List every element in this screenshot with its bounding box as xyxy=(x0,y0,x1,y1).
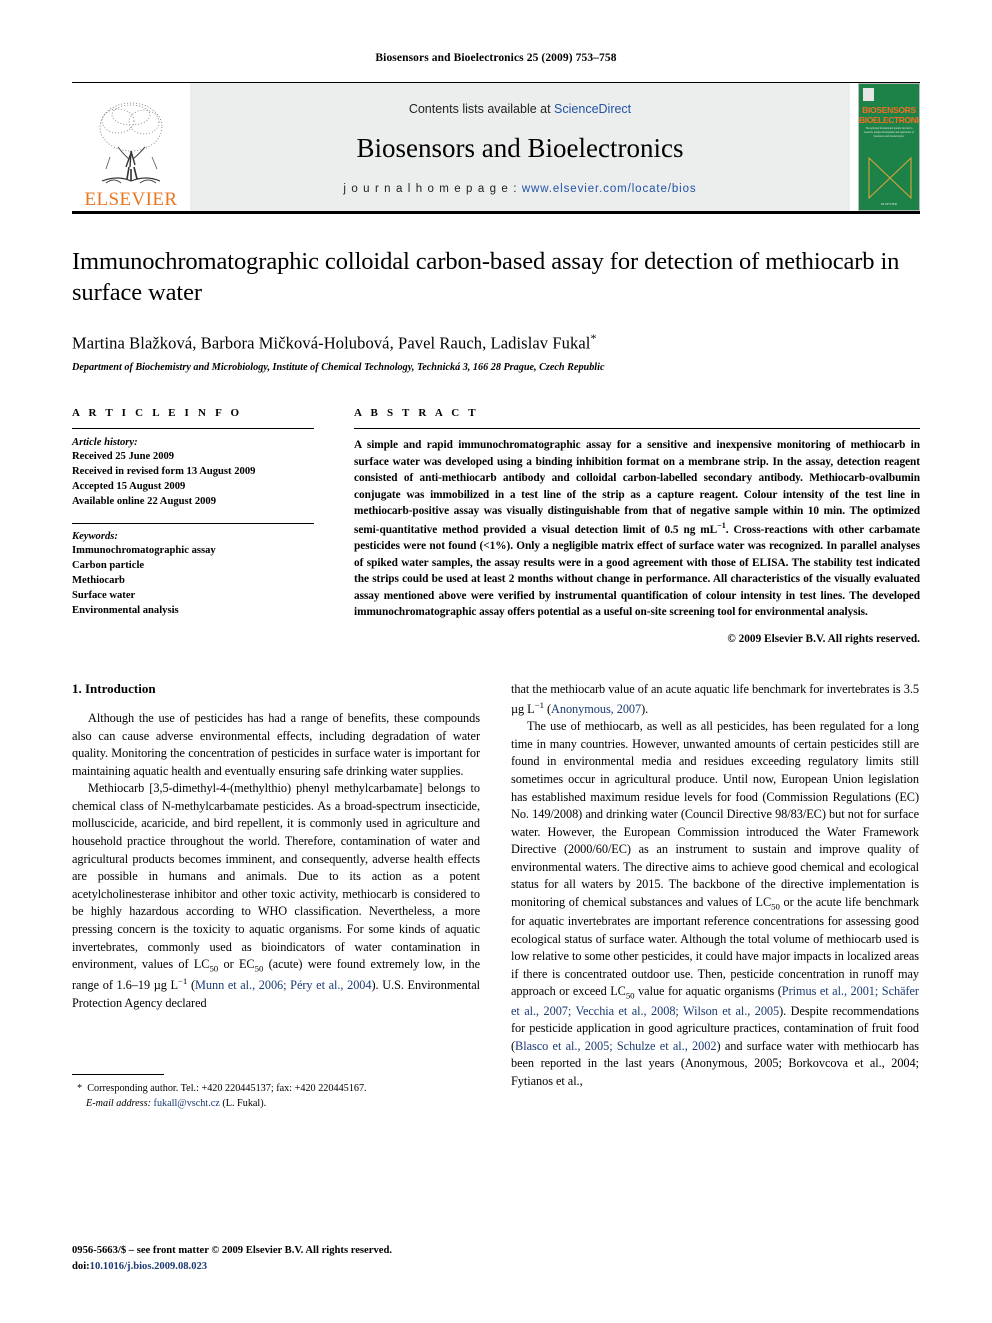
running-head: Biosensors and Bioelectronics 25 (2009) … xyxy=(375,52,617,64)
section-heading-introduction: 1. Introduction xyxy=(72,681,156,696)
email-label: E-mail address: xyxy=(86,1097,151,1109)
footnote-email-line: E-mail address: fukall@vscht.cz (L. Fuka… xyxy=(72,1097,480,1111)
article-content: Immunochromatographic colloidal carbon-b… xyxy=(72,246,920,1111)
keyword-item: Carbon particle xyxy=(72,560,145,572)
abstract-body: A simple and rapid immunochromatographic… xyxy=(354,439,920,619)
contents-prefix: Contents lists available at xyxy=(408,101,555,116)
page-title: Immunochromatographic colloidal carbon-b… xyxy=(72,248,900,307)
article-info-rule xyxy=(72,428,314,430)
left-column: 1. Introduction Although the use of pest… xyxy=(72,681,480,1111)
abstract-column: A B S T R A C T A simple and rapid immun… xyxy=(354,407,920,645)
paper-page: Biosensors and Bioelectronics 25 (2009) … xyxy=(0,0,992,1323)
corresponding-author-marker: * xyxy=(590,330,597,345)
elsevier-tree-icon xyxy=(99,102,163,184)
elsevier-logo: ELSEVIER xyxy=(72,83,190,211)
footnote-text: Corresponding author. Tel.: +420 2204451… xyxy=(87,1083,367,1095)
keyword-item: Immunochromatographic assay xyxy=(72,545,216,557)
article-history-label: Article history: xyxy=(72,437,138,449)
article-info-heading: A R T I C L E I N F O xyxy=(72,407,243,420)
abstract-rule xyxy=(354,428,920,430)
history-online: Available online 22 August 2009 xyxy=(72,496,217,508)
journal-masthead: ELSEVIER Contents lists available at Sci… xyxy=(72,83,920,211)
keyword-item: Surface water xyxy=(72,590,136,602)
abstract-heading: A B S T R A C T xyxy=(354,407,479,420)
author-list: Martina Blažková, Barbora Mičková-Holubo… xyxy=(72,331,920,354)
cover-title-line2: BIOELECTRONICS xyxy=(859,115,919,125)
footnote-marker: * xyxy=(77,1083,83,1095)
cover-bowtie-graphic xyxy=(868,156,912,200)
elsevier-wordmark: ELSEVIER xyxy=(84,189,178,210)
sciencedirect-link[interactable]: ScienceDirect xyxy=(554,102,631,116)
info-and-abstract: A R T I C L E I N F O Article history: R… xyxy=(72,407,920,645)
masthead-bottom-rule xyxy=(72,211,920,214)
article-info-column: A R T I C L E I N F O Article history: R… xyxy=(72,407,314,645)
journal-band: Contents lists available at ScienceDirec… xyxy=(190,83,850,211)
journal-homepage-link[interactable]: www.elsevier.com/locate/bios xyxy=(522,183,697,195)
abstract-copyright: © 2009 Elsevier B.V. All rights reserved… xyxy=(727,633,920,645)
footnote-rule xyxy=(72,1074,164,1076)
body-columns: 1. Introduction Although the use of pest… xyxy=(72,681,920,1111)
journal-cover-thumbnail: BIOSENSORS BIOELECTRONICS The principal … xyxy=(858,83,920,211)
footnote-corresponding-author: * Corresponding author. Tel.: +420 22044… xyxy=(72,1082,480,1096)
paragraph: Although the use of pesticides has had a… xyxy=(72,711,480,778)
right-column: that the methiocarb value of an acute aq… xyxy=(511,681,919,1111)
issn-copyright-line: 0956-5663/$ – see front matter © 2009 El… xyxy=(72,1245,392,1257)
history-received: Received 25 June 2009 xyxy=(72,451,175,463)
cover-subtitle: The principal international journal devo… xyxy=(863,127,915,138)
email-link[interactable]: fukall@vscht.cz xyxy=(154,1098,220,1109)
email-suffix: (L. Fukal). xyxy=(222,1097,267,1109)
paragraph: that the methiocarb value of an acute aq… xyxy=(511,682,919,716)
cover-footer-text: ELSEVIER xyxy=(880,202,897,206)
footnote-block: * Corresponding author. Tel.: +420 22044… xyxy=(72,1074,480,1111)
keywords-rule xyxy=(72,523,314,525)
page-footer: 0956-5663/$ – see front matter © 2009 El… xyxy=(72,1243,392,1274)
history-revised: Received in revised form 13 August 2009 xyxy=(72,466,256,478)
author-names: Martina Blažková, Barbora Mičková-Holubo… xyxy=(72,333,591,353)
cover-title-line1: BIOSENSORS xyxy=(862,105,916,115)
journal-title: Biosensors and Bioelectronics xyxy=(356,132,684,163)
doi-label: doi: xyxy=(72,1260,90,1272)
left-column-text: 1. Introduction Although the use of pest… xyxy=(72,681,480,1111)
keywords-block: Keywords: Immunochromatographic assay Ca… xyxy=(72,523,314,618)
paragraph: The use of methiocarb, as well as all pe… xyxy=(511,719,920,1088)
doi-line: doi:10.1016/j.bios.2009.08.023 xyxy=(72,1259,392,1274)
affiliation: Department of Biochemistry and Microbiol… xyxy=(72,362,605,374)
history-accepted: Accepted 15 August 2009 xyxy=(72,481,186,493)
keyword-item: Methiocarb xyxy=(72,575,125,587)
doi-link[interactable]: 10.1016/j.bios.2009.08.023 xyxy=(90,1261,207,1272)
cover-publisher-mark xyxy=(863,88,874,101)
keywords-label: Keywords: xyxy=(72,531,118,543)
contents-lists-line: Contents lists available at ScienceDirec… xyxy=(409,102,631,116)
keyword-item: Environmental analysis xyxy=(72,605,179,617)
journal-homepage-line: j o u r n a l h o m e p a g e : www.else… xyxy=(343,183,696,195)
homepage-prefix: j o u r n a l h o m e p a g e : xyxy=(343,182,522,195)
paragraph: Methiocarb [3,5-dimethyl-4-(methylthio) … xyxy=(72,781,480,1010)
